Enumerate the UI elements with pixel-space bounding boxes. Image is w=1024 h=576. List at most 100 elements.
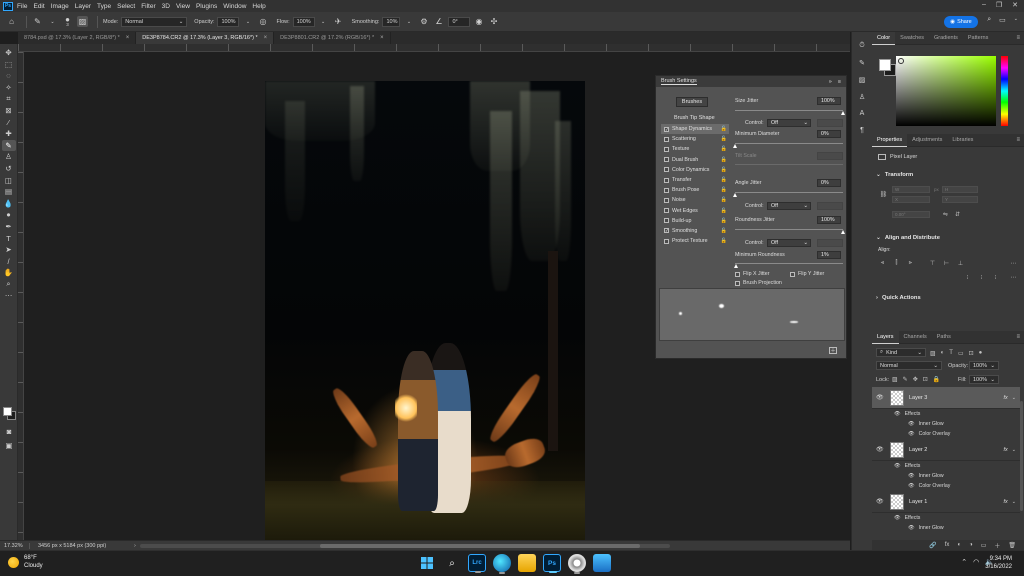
tab-patterns[interactable]: Patterns — [963, 32, 993, 45]
history-brush-tool-icon[interactable]: ↺ — [2, 163, 16, 174]
effect-item[interactable]: 👁 Inner Glow — [908, 471, 944, 481]
panel-menu-icon[interactable]: ≡ — [1016, 334, 1020, 340]
brush-projection-checkbox[interactable]: Brush Projection — [735, 280, 782, 286]
lock-all-icon[interactable]: 🔒 — [933, 376, 940, 383]
more-options-icon[interactable]: ⋯ — [1010, 260, 1017, 267]
tab-color[interactable]: Color — [872, 31, 896, 45]
lock-icon[interactable]: 🔓 — [721, 197, 727, 203]
canvas-area[interactable]: Brush Settings » ≡ Brushes Brush Tip Sha… — [24, 52, 850, 540]
angle-jitter-slider-handle[interactable] — [732, 193, 737, 197]
foreground-color-swatch[interactable] — [3, 407, 12, 416]
min-diameter-slider[interactable] — [735, 143, 843, 144]
layer-name[interactable]: Layer 2 — [909, 447, 1004, 453]
chevron-down-icon[interactable]: ⌄ — [318, 16, 329, 27]
type-filter-icon[interactable]: T — [949, 350, 953, 357]
effect-item[interactable]: 👁 Inner Glow — [908, 523, 944, 533]
camera-app-icon[interactable] — [568, 554, 586, 574]
effects-row[interactable]: 👁 Effects — [894, 513, 920, 523]
roundness-jitter-slider-handle[interactable] — [840, 230, 845, 234]
min-roundness-slider-handle[interactable] — [733, 264, 738, 268]
color-field[interactable] — [896, 56, 996, 126]
tab-layers[interactable]: Layers — [872, 330, 899, 344]
brush-option-wet-edges[interactable]: Wet Edges 🔓 — [661, 206, 729, 216]
tab-swatches[interactable]: Swatches — [895, 32, 929, 45]
brush-size-preview-icon[interactable]: ● 3 — [62, 15, 73, 27]
lock-icon[interactable]: 🔓 — [721, 228, 727, 234]
symmetry-icon[interactable]: ✣ — [488, 16, 499, 27]
tab-document-1[interactable]: 8784.psd @ 17.3% (Layer 2, RGB/8*) * × — [18, 32, 137, 44]
angle-input[interactable]: 0° — [448, 16, 471, 27]
search-icon[interactable]: ⌕ — [443, 554, 461, 572]
flip-x-jitter-checkbox[interactable]: Flip X Jitter — [735, 271, 770, 277]
menu-image[interactable]: Image — [51, 3, 69, 10]
chevron-right-icon[interactable]: › — [134, 543, 136, 549]
lightroom-classic-icon[interactable]: Lrc — [468, 554, 486, 573]
brush-option-shape-dynamics[interactable]: ✓ Shape Dynamics 🔓 — [661, 124, 729, 135]
tab-properties[interactable]: Properties — [872, 133, 908, 147]
new-brush-icon[interactable]: ＋ — [829, 347, 837, 354]
panel-controls[interactable]: » ≡ — [829, 79, 841, 85]
brush-option-dual-brush[interactable]: Dual Brush 🔓 — [661, 155, 729, 165]
brushes-button[interactable]: Brushes — [676, 97, 708, 107]
zoom-tool-icon[interactable]: ⌕ — [2, 279, 16, 290]
panel-menu-icon[interactable]: ≡ — [1016, 35, 1020, 41]
system-clock[interactable]: 9:34 PM 3/16/2022 — [985, 555, 1012, 571]
search-icon[interactable]: ⌕ — [987, 16, 991, 24]
home-icon[interactable]: ⌂ — [6, 16, 17, 27]
tab-paths[interactable]: Paths — [932, 331, 956, 344]
clone-stamp-tool-icon[interactable]: ♙ — [2, 151, 16, 162]
chevron-down-icon[interactable]: ⌄ — [403, 16, 414, 27]
effect-item[interactable]: 👁 Color Overlay — [908, 429, 950, 439]
size-jitter-slider[interactable] — [735, 110, 843, 111]
type-tool-icon[interactable]: T — [2, 233, 16, 244]
edge-browser-icon[interactable] — [493, 554, 511, 574]
eye-icon[interactable]: 👁 — [876, 446, 886, 453]
eyedropper-tool-icon[interactable]: ⁄ — [2, 117, 16, 128]
menu-select[interactable]: Select — [117, 3, 135, 10]
quick-actions-toggle[interactable]: › Quick Actions — [876, 295, 921, 301]
adjustment-layer-icon[interactable]: ◑ — [969, 542, 973, 548]
opacity-input[interactable]: 100% — [217, 16, 240, 27]
more-options-icon[interactable]: ⋯ — [1010, 274, 1017, 281]
windows-start-icon[interactable] — [418, 554, 436, 572]
chevron-down-icon[interactable]: ⌄ — [1012, 395, 1016, 401]
menu-3d[interactable]: 3D — [162, 3, 170, 10]
checkbox-box[interactable] — [664, 197, 669, 203]
size-control-select[interactable]: Off ⌄ — [767, 119, 811, 127]
chevron-down-icon[interactable]: ⌄ — [47, 16, 58, 27]
tab-gradients[interactable]: Gradients — [929, 32, 963, 45]
pen-tool-icon[interactable]: ✒ — [2, 221, 16, 232]
eraser-tool-icon[interactable]: ◫ — [2, 175, 16, 186]
tab-document-2[interactable]: DE3P8784.CR2 @ 17.3% (Layer 3, RGB/16*) … — [136, 32, 275, 44]
panel-menu-icon[interactable]: ≡ — [1016, 137, 1020, 143]
lock-artboard-icon[interactable]: ⊡ — [923, 376, 928, 383]
flow-input[interactable]: 100% — [292, 16, 315, 27]
close-icon[interactable]: × — [380, 35, 384, 41]
paragraph-panel-icon[interactable]: ¶ — [856, 125, 868, 136]
crop-tool-icon[interactable]: ⌗ — [2, 93, 16, 104]
tab-libraries[interactable]: Libraries — [947, 134, 978, 147]
checkbox-box[interactable] — [664, 157, 669, 163]
layer-row-layer-2[interactable]: 👁 Layer 2 fx ⌄ — [872, 439, 1020, 461]
filter-toggle-icon[interactable]: ● — [979, 350, 983, 357]
menu-filter[interactable]: Filter — [141, 3, 155, 10]
min-diameter-value[interactable]: 0% — [817, 130, 841, 138]
angle-control-select[interactable]: Off ⌄ — [767, 202, 811, 210]
size-jitter-value[interactable]: 100% — [817, 97, 841, 105]
checkbox-box[interactable]: ✓ — [664, 126, 669, 132]
workspace-icon[interactable]: ▭ — [999, 16, 1006, 24]
brush-tool-preset-icon[interactable]: ✎ — [32, 16, 43, 27]
layer-name[interactable]: Layer 1 — [909, 499, 1004, 505]
transform-section-toggle[interactable]: ⌄ Transform — [876, 172, 913, 178]
checkbox-box[interactable] — [664, 167, 669, 173]
brushes-panel-icon[interactable]: ✎ — [856, 57, 868, 68]
checkbox-box[interactable] — [664, 136, 669, 142]
align-top-icon[interactable]: ⊤ — [929, 260, 936, 267]
brush-option-build-up[interactable]: Build-up 🔓 — [661, 216, 729, 226]
lock-transparent-icon[interactable]: ▨ — [892, 376, 898, 383]
roundness-jitter-slider[interactable] — [735, 229, 843, 230]
eye-icon[interactable]: 👁 — [894, 515, 901, 521]
layer-thumbnail[interactable] — [890, 389, 904, 406]
effect-item[interactable]: 👁 Color Overlay — [908, 481, 950, 491]
lock-icon[interactable]: 🔓 — [721, 208, 727, 214]
